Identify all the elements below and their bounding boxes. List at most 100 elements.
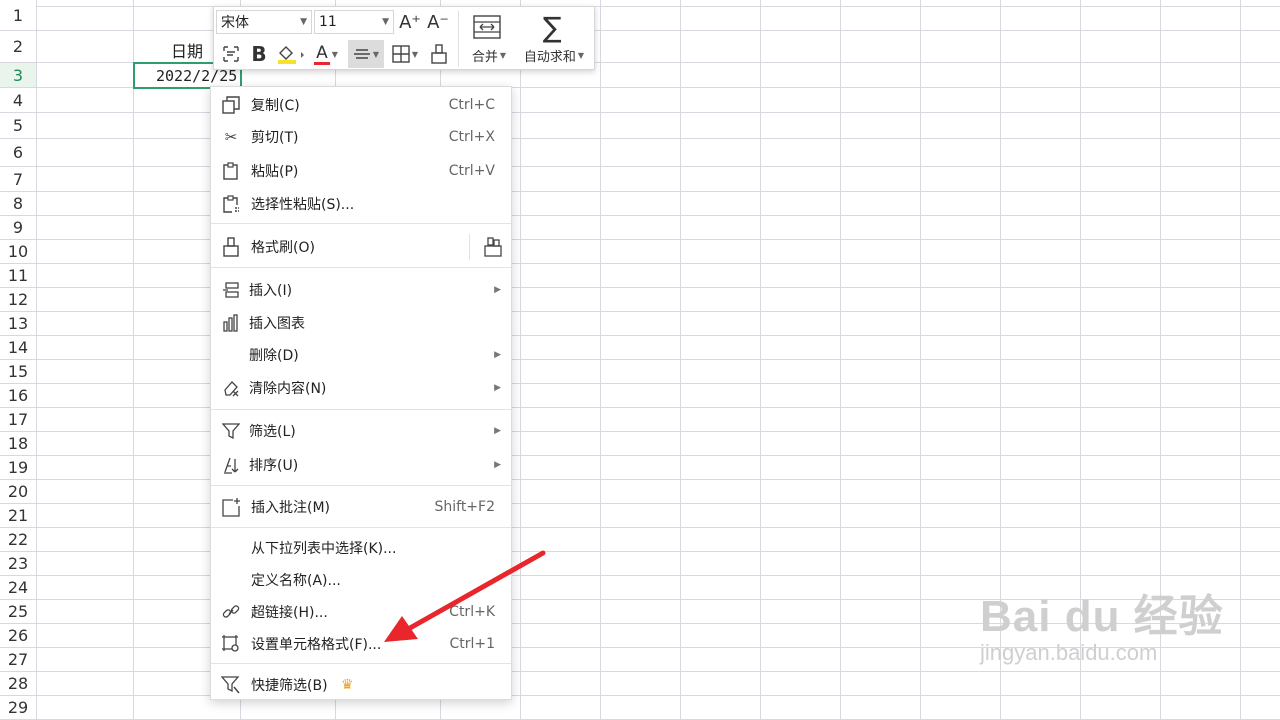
chevron-right-icon: ▶ — [494, 383, 501, 393]
menu-item-format-painter[interactable]: 格式刷(O) — [211, 232, 511, 262]
row-header[interactable]: 13 — [0, 312, 36, 336]
row-header[interactable]: 11 — [0, 264, 36, 288]
bold-button[interactable]: B — [246, 41, 272, 67]
row-header[interactable]: 14 — [0, 336, 36, 360]
column-gridline — [760, 0, 761, 720]
row-header[interactable]: 29 — [0, 696, 36, 720]
row-header[interactable]: 24 — [0, 576, 36, 600]
menu-item-quick-filter[interactable]: 快捷筛选(B) ♛ — [211, 670, 511, 700]
menu-item-label: 删除(D) — [249, 348, 299, 364]
bar-chart-icon — [221, 313, 241, 333]
menu-item-insert[interactable]: 插入(I) ▶ — [211, 275, 511, 305]
menu-item-shortcut: Shift+F2 — [434, 499, 495, 515]
row-header[interactable]: 25 — [0, 600, 36, 624]
multi-brush-icon[interactable] — [483, 237, 503, 257]
menu-item-label: 定义名称(A)... — [251, 573, 341, 589]
menu-item-sort[interactable]: 排序(U) ▶ — [211, 450, 511, 480]
font-color-button[interactable]: A ▼ — [310, 41, 342, 67]
sigma-icon[interactable]: ∑ — [532, 10, 572, 44]
menu-item-label: 清除内容(N) — [249, 381, 327, 397]
paste-icon — [221, 161, 241, 181]
menu-item-label: 插入批注(M) — [251, 500, 331, 516]
row-header[interactable]: 28 — [0, 672, 36, 696]
column-gridline — [520, 0, 521, 720]
menu-item-label: 插入(I) — [249, 283, 293, 299]
font-name-select[interactable]: 宋体 ▼ — [216, 10, 312, 34]
row-header[interactable]: 3 — [0, 63, 36, 88]
column-gridline — [36, 0, 37, 720]
row-header[interactable]: 5 — [0, 113, 36, 139]
menu-item-delete[interactable]: 删除(D) ▶ — [211, 340, 511, 370]
quick-filter-icon — [221, 675, 241, 695]
mini-format-toolbar: 宋体 ▼ 11 ▼ A⁺ A⁻ B A ▼ ▼ ▼ 合并 ▼ ∑ 自动求和 ▼ — [213, 6, 595, 70]
row-header[interactable]: 19 — [0, 456, 36, 480]
menu-item-pick-from-list[interactable]: 从下拉列表中选择(K)... — [211, 533, 511, 563]
row-header[interactable]: 17 — [0, 408, 36, 432]
font-name-value: 宋体 — [221, 15, 249, 31]
menu-item-insert-chart[interactable]: 插入图表 — [211, 308, 511, 338]
menu-item-shortcut: Ctrl+K — [449, 604, 495, 620]
fill-color-button[interactable] — [274, 41, 308, 67]
menu-item-shortcut: Ctrl+V — [448, 163, 495, 179]
decrease-font-button[interactable]: A⁻ — [426, 9, 450, 35]
row-header[interactable]: 10 — [0, 240, 36, 264]
row-header[interactable]: 4 — [0, 88, 36, 113]
chevron-down-icon: ▼ — [499, 50, 507, 60]
row-header[interactable]: 8 — [0, 192, 36, 216]
border-button[interactable]: ▼ — [388, 41, 422, 67]
menu-divider — [211, 409, 511, 410]
row-header[interactable]: 18 — [0, 432, 36, 456]
increase-font-button[interactable]: A⁺ — [398, 9, 422, 35]
row-header[interactable]: 12 — [0, 288, 36, 312]
chevron-right-icon: ▶ — [494, 460, 501, 470]
scissors-icon: ✂ — [224, 128, 238, 146]
menu-item-copy[interactable]: 复制(C) Ctrl+C — [211, 90, 511, 120]
menu-divider — [211, 223, 511, 224]
align-center-button[interactable]: ▼ — [348, 40, 384, 68]
font-size-select[interactable]: 11 ▼ — [314, 10, 394, 34]
row-header[interactable]: 21 — [0, 504, 36, 528]
row-header[interactable]: 1 — [0, 0, 36, 31]
menu-item-paste-special[interactable]: 选择性粘贴(S)... — [211, 189, 511, 219]
merge-button[interactable]: 合并 ▼ — [464, 45, 514, 65]
column-gridline — [133, 0, 134, 720]
column-gridline — [920, 0, 921, 720]
format-painter-icon[interactable] — [426, 41, 452, 67]
menu-item-clear[interactable]: 清除内容(N) ▶ — [211, 373, 511, 403]
menu-item-label: 复制(C) — [251, 98, 300, 114]
column-gridline — [1240, 0, 1241, 720]
row-header[interactable]: 6 — [0, 139, 36, 167]
column-gridline — [680, 0, 681, 720]
watermark-brand: Bai du 经验 — [980, 592, 1224, 641]
chevron-down-icon: ▼ — [300, 17, 307, 27]
wrap-icon[interactable] — [218, 41, 244, 67]
row-header[interactable]: 22 — [0, 528, 36, 552]
row-header[interactable]: 15 — [0, 360, 36, 384]
row-header[interactable]: 9 — [0, 216, 36, 240]
menu-divider — [211, 663, 511, 664]
row-header[interactable]: 16 — [0, 384, 36, 408]
menu-item-paste[interactable]: 粘贴(P) Ctrl+V — [211, 156, 511, 186]
menu-item-define-name[interactable]: 定义名称(A)... — [211, 565, 511, 595]
paste-special-icon — [221, 194, 241, 214]
row-header[interactable]: 20 — [0, 480, 36, 504]
merge-label: 合并 — [471, 49, 498, 65]
menu-item-format-cells[interactable]: 设置单元格格式(F)... Ctrl+1 — [211, 629, 511, 659]
row-header[interactable]: 27 — [0, 648, 36, 672]
menu-item-hyperlink[interactable]: 超链接(H)... Ctrl+K — [211, 597, 511, 627]
menu-item-label: 粘贴(P) — [251, 164, 299, 180]
cell-date-header[interactable]: 日期 — [171, 38, 203, 62]
crown-icon: ♛ — [341, 677, 354, 693]
row-header[interactable]: 26 — [0, 624, 36, 648]
menu-item-cut[interactable]: ✂ 剪切(T) Ctrl+X — [211, 122, 511, 152]
menu-divider — [211, 267, 511, 268]
menu-item-insert-comment[interactable]: 插入批注(M) Shift+F2 — [211, 492, 511, 522]
autosum-button[interactable]: 自动求和 ▼ — [516, 45, 592, 65]
merge-icon[interactable] — [464, 10, 510, 44]
brush-icon — [221, 237, 241, 257]
row-header[interactable]: 23 — [0, 552, 36, 576]
row-header[interactable]: 7 — [0, 167, 36, 192]
menu-item-filter[interactable]: 筛选(L) ▶ — [211, 416, 511, 446]
chevron-down-icon: ▼ — [411, 49, 419, 59]
row-header[interactable]: 2 — [0, 31, 36, 63]
